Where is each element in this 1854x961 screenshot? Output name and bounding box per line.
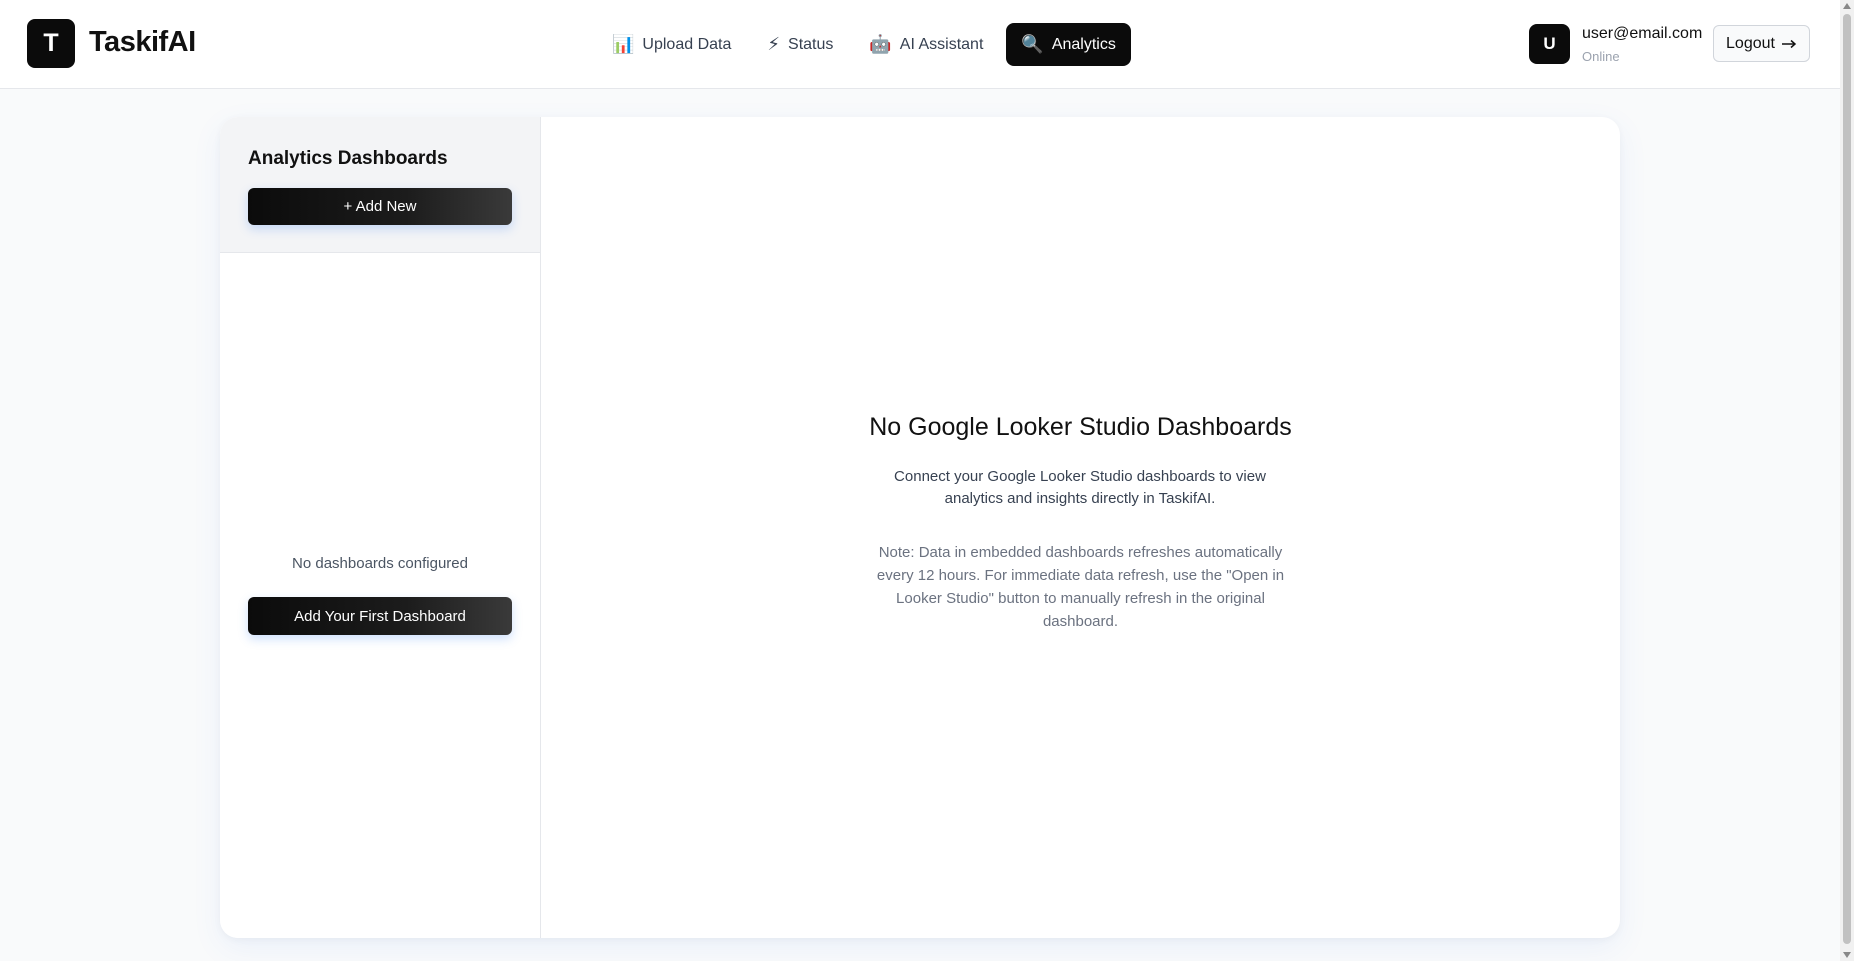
logout-button[interactable]: Logout <box>1713 25 1810 62</box>
app-logo[interactable]: T <box>27 19 75 68</box>
app-name[interactable]: TaskifAI <box>89 26 196 59</box>
scroll-up-arrow-icon[interactable] <box>1843 3 1851 9</box>
avatar[interactable]: U <box>1529 24 1570 64</box>
robot-icon: 🤖 <box>869 34 892 54</box>
nav-upload-data[interactable]: 📊 Upload Data <box>599 23 744 66</box>
refresh-note: Note: Data in embedded dashboards refres… <box>876 544 1285 630</box>
logout-label: Logout <box>1726 34 1775 52</box>
page-scrollbar[interactable] <box>1840 0 1854 961</box>
add-first-dashboard-button[interactable]: Add Your First Dashboard <box>248 597 512 635</box>
nav-label: AI Assistant <box>899 35 984 53</box>
nav-status[interactable]: ⚡ Status <box>754 23 846 66</box>
scroll-down-arrow-icon[interactable] <box>1843 952 1851 958</box>
empty-state-title: No Google Looker Studio Dashboards <box>869 413 1292 441</box>
sidebar-header: Analytics Dashboards + Add New <box>220 117 540 253</box>
magnifier-icon: 🔍 <box>1021 34 1044 54</box>
empty-dashboards-text: No dashboards configured <box>292 555 468 572</box>
user-status: Online <box>1582 49 1620 64</box>
add-new-button[interactable]: + Add New <box>248 188 512 225</box>
top-header: T TaskifAI 📊 Upload Data ⚡ Status 🤖 AI A… <box>0 0 1840 89</box>
nav-analytics[interactable]: 🔍 Analytics <box>1006 23 1131 66</box>
nav-label: Analytics <box>1051 35 1116 53</box>
empty-state-description: Connect your Google Looker Studio dashbo… <box>894 468 1266 507</box>
arrow-right-icon <box>1781 39 1797 48</box>
lightning-icon: ⚡ <box>767 34 781 54</box>
user-email: user@email.com <box>1582 25 1703 42</box>
dashboard-sidebar: Analytics Dashboards + Add New No dashbo… <box>220 117 541 938</box>
sidebar-title: Analytics Dashboards <box>248 148 448 169</box>
dashboard-content: No Google Looker Studio Dashboards Conne… <box>541 117 1620 938</box>
main-nav: 📊 Upload Data ⚡ Status 🤖 AI Assistant 🔍 … <box>599 23 1131 66</box>
scroll-thumb[interactable] <box>1843 14 1851 944</box>
analytics-panel: Analytics Dashboards + Add New No dashbo… <box>220 117 1620 938</box>
bar-chart-icon: 📊 <box>612 34 635 54</box>
nav-label: Status <box>788 35 834 53</box>
nav-ai-assistant[interactable]: 🤖 AI Assistant <box>856 23 996 66</box>
nav-label: Upload Data <box>642 35 732 53</box>
